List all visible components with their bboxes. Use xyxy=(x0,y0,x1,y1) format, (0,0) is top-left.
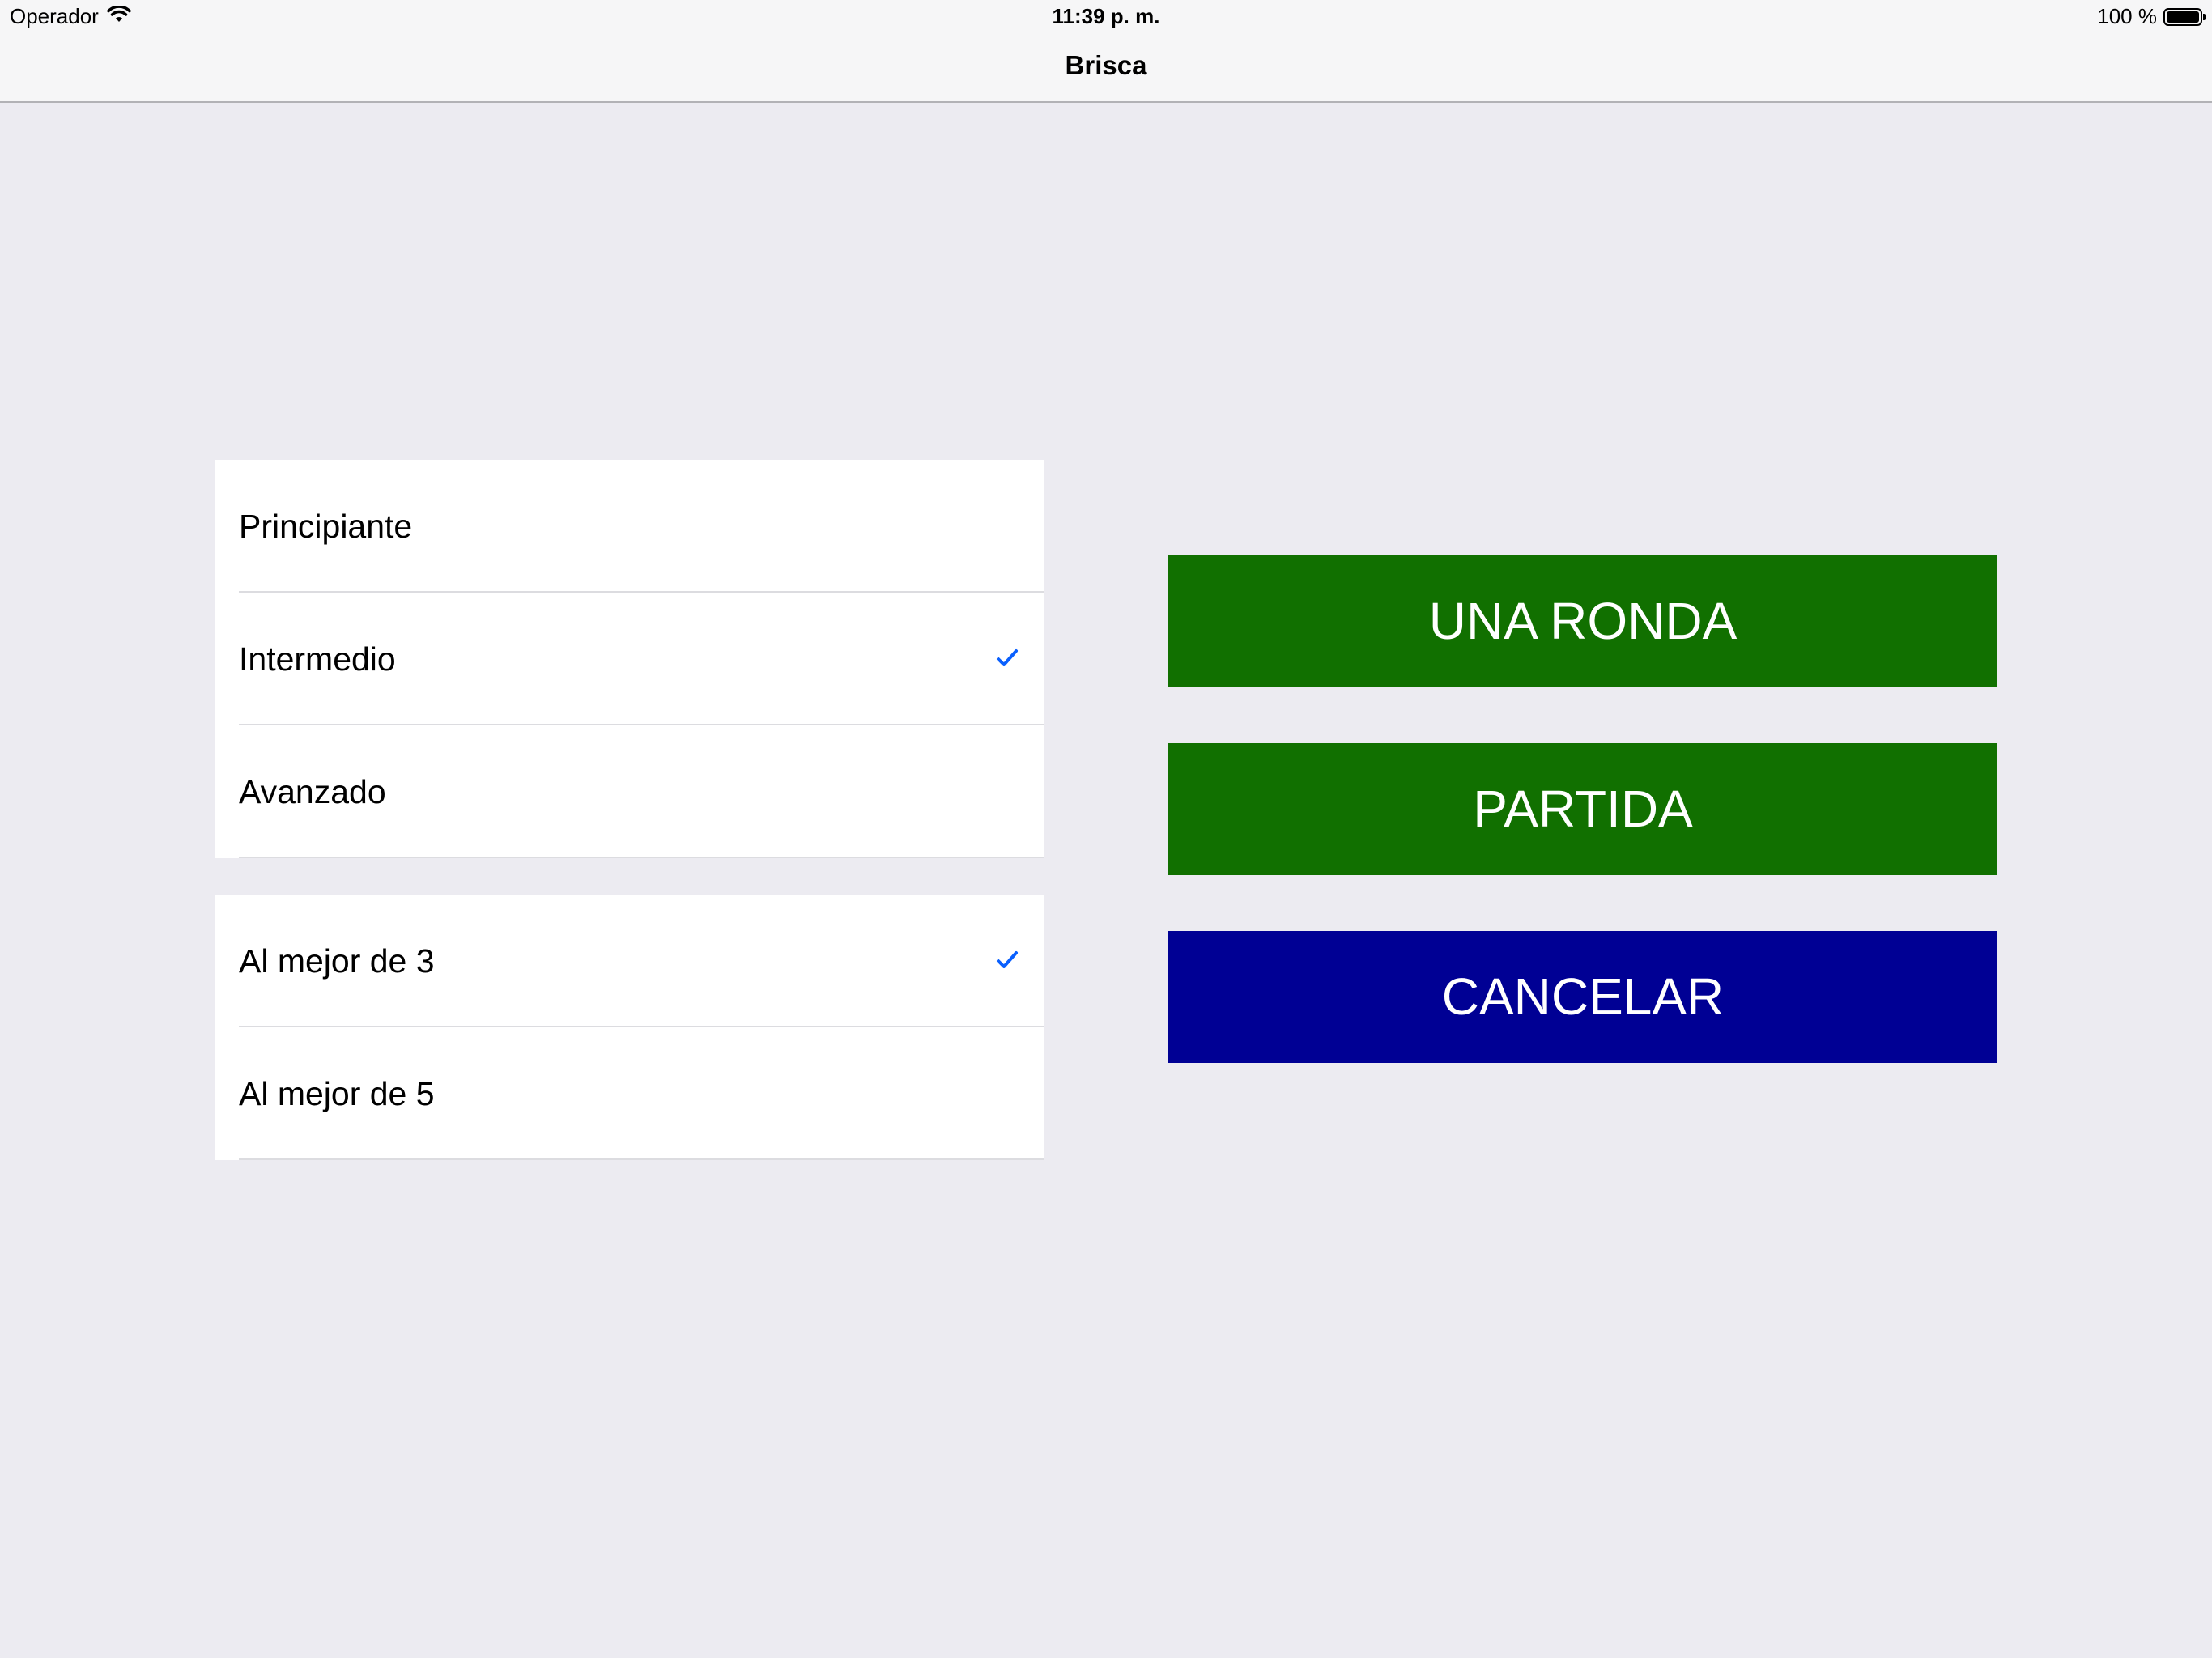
status-right: 100 % xyxy=(2097,4,2206,29)
difficulty-list: Principiante Intermedio Avanzado xyxy=(215,460,1044,858)
option-label: Avanzado xyxy=(239,773,386,810)
battery-fill xyxy=(2167,11,2199,23)
una-ronda-button[interactable]: UNA RONDA xyxy=(1168,555,1997,687)
checkmark-icon xyxy=(997,649,1018,666)
rounds-list: Al mejor de 3 Al mejor de 5 xyxy=(215,895,1044,1160)
partida-button[interactable]: PARTIDA xyxy=(1168,743,1997,875)
difficulty-option-avanzado[interactable]: Avanzado xyxy=(215,725,1044,858)
battery-icon xyxy=(2163,7,2206,26)
rounds-option-best-of-3[interactable]: Al mejor de 3 xyxy=(215,895,1044,1027)
status-time: 11:39 p. m. xyxy=(1052,4,1160,28)
status-bar: Operador 11:39 p. m. 100 % xyxy=(0,0,2212,34)
navigation-bar: Brisca xyxy=(0,34,2212,103)
page-title: Brisca xyxy=(1065,50,1147,80)
rounds-option-best-of-5[interactable]: Al mejor de 5 xyxy=(215,1027,1044,1160)
battery-percent: 100 % xyxy=(2097,4,2157,28)
option-label: Al mejor de 3 xyxy=(239,942,435,980)
difficulty-option-intermedio[interactable]: Intermedio xyxy=(215,593,1044,725)
option-label: Intermedio xyxy=(239,640,396,678)
difficulty-option-principiante[interactable]: Principiante xyxy=(215,460,1044,593)
option-label: Al mejor de 5 xyxy=(239,1075,435,1112)
option-label: Principiante xyxy=(239,508,413,545)
checkmark-icon xyxy=(997,951,1018,968)
cancelar-button[interactable]: CANCELAR xyxy=(1168,931,1997,1063)
